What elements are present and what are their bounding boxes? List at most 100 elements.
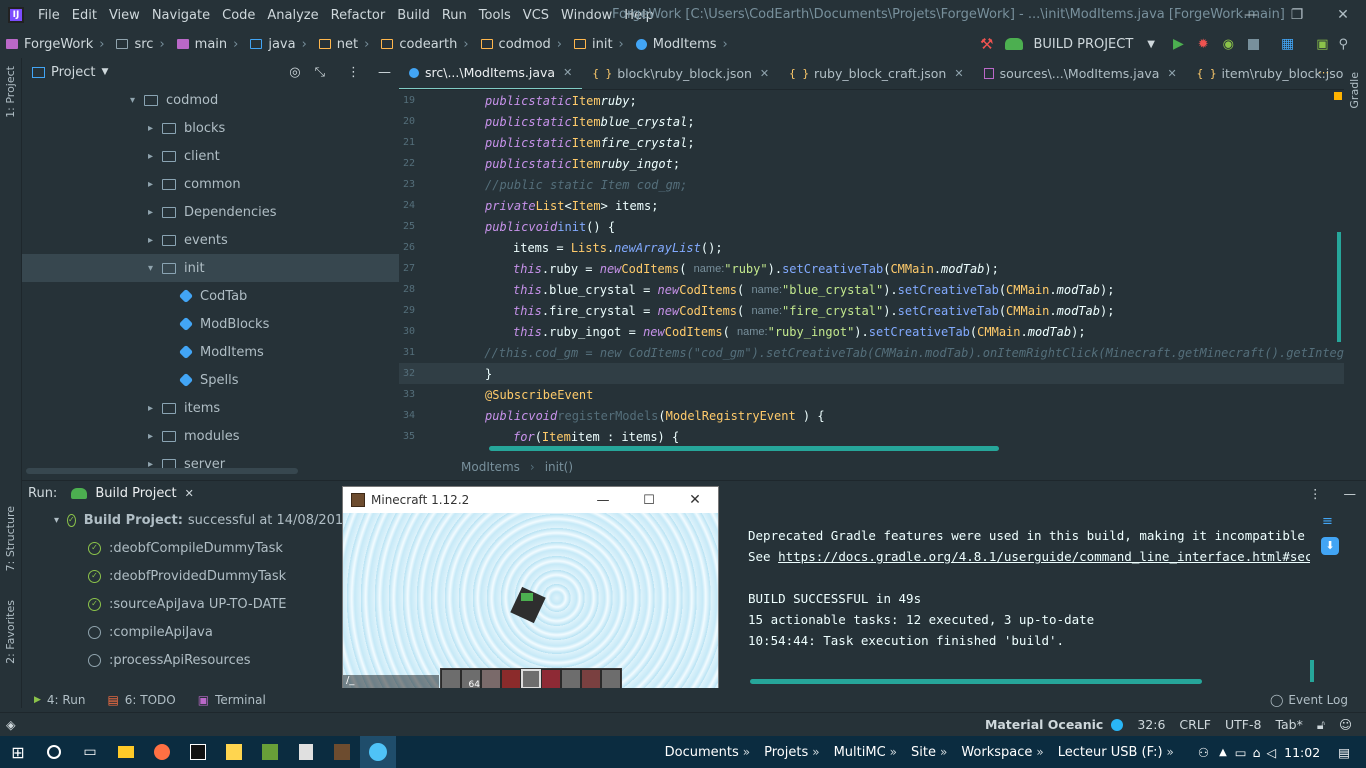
task-view-icon[interactable]: ▭ — [72, 736, 108, 768]
tree-item-codtab[interactable]: CodTab — [22, 282, 399, 310]
tree-item-modblocks[interactable]: ModBlocks — [22, 310, 399, 338]
chevron-down-icon[interactable]: ▼ — [1147, 39, 1155, 50]
crumb-moditems[interactable]: ModItems › — [635, 37, 736, 52]
tree-item-dependencies[interactable]: ▸ Dependencies — [22, 198, 399, 226]
menu-vcs[interactable]: VCS — [517, 8, 555, 23]
minimize-button[interactable]: — — [1228, 0, 1274, 30]
menu-refactor[interactable]: Refactor — [325, 8, 392, 23]
close-tab-icon[interactable]: ✕ — [185, 487, 194, 500]
favorites-tool-tab[interactable]: 2: Favorites — [4, 600, 17, 664]
close-tab-icon[interactable]: ✕ — [1167, 67, 1176, 80]
tab-sources-moditems-java[interactable]: sources\...\ModItems.java ✕ — [974, 58, 1187, 89]
close-tab-icon[interactable]: ✕ — [563, 66, 572, 79]
event-log-button[interactable]: ◯ Event Log — [1270, 693, 1348, 707]
structure-tool-tab[interactable]: 7: Structure — [4, 506, 17, 571]
more-tabs-icon[interactable]: ⋯ — [1318, 66, 1329, 79]
hotbar-slot[interactable] — [481, 669, 501, 689]
more-options-icon[interactable]: ⋮ — [347, 65, 360, 80]
minimize-button[interactable]: — — [580, 493, 626, 508]
scroll-from-source-icon[interactable]: ◎ — [289, 65, 300, 80]
caret-position[interactable]: 32:6 — [1137, 717, 1165, 732]
chat-input[interactable]: /_ — [343, 675, 439, 689]
crumb-net[interactable]: net › — [318, 37, 378, 52]
search-icon[interactable] — [36, 736, 72, 768]
coverage-icon[interactable]: ◉ — [1223, 37, 1234, 52]
menu-build[interactable]: Build — [391, 8, 436, 23]
breadcrumb-method[interactable]: init() — [545, 460, 573, 474]
gradle-docs-link[interactable]: https://docs.gradle.org/4.8.1/userguide/… — [778, 549, 1310, 564]
minecraft-game-view[interactable]: 64 /_ — [343, 513, 718, 690]
indent-setting[interactable]: Tab* — [1275, 717, 1302, 732]
tab-block-ruby-block-json[interactable]: { } block\ruby_block.json ✕ — [582, 58, 779, 89]
tab-ruby-block-craft-json[interactable]: { } ruby_block_craft.json ✕ — [779, 58, 973, 89]
run-config-select[interactable]: BUILD PROJECT — [1033, 37, 1133, 52]
chevron-up-icon[interactable]: ▲ — [1219, 747, 1227, 758]
editor-vertical-scrollbar[interactable] — [1337, 232, 1341, 342]
lock-icon[interactable]: 🔓︎ — [1317, 717, 1325, 733]
debug-icon[interactable]: ✹ — [1198, 37, 1209, 52]
tree-item-spells[interactable]: Spells — [22, 366, 399, 394]
hotbar-slot-selected[interactable] — [521, 669, 541, 689]
console-vertical-scrollbar[interactable] — [1310, 660, 1314, 682]
tab-moditems-java[interactable]: src\...\ModItems.java ✕ — [399, 58, 583, 89]
maximize-button[interactable]: ☐ — [626, 493, 672, 508]
layers-icon[interactable]: ◈ — [6, 717, 16, 732]
hide-panel-icon[interactable]: — — [1344, 486, 1357, 501]
app-icon[interactable] — [216, 736, 252, 768]
clock[interactable]: 11:02 — [1284, 745, 1320, 760]
crumb-codearth[interactable]: codearth › — [381, 37, 476, 52]
console-output[interactable]: Deprecated Gradle features were used in … — [735, 506, 1310, 686]
minecraft-taskbar-icon[interactable] — [324, 736, 360, 768]
breadcrumb-class[interactable]: ModItems — [461, 460, 520, 474]
taskbar-folder[interactable]: Lecteur USB (F:) — [1058, 745, 1163, 760]
file-encoding[interactable]: UTF-8 — [1225, 717, 1261, 732]
menu-file[interactable]: File — [32, 8, 66, 23]
build-tree-item[interactable]: ✓:deobfProvidedDummyTask — [54, 562, 342, 590]
horizontal-scrollbar[interactable] — [26, 468, 298, 474]
line-separator[interactable]: CRLF — [1179, 717, 1211, 732]
taskbar-folder[interactable]: Workspace — [961, 745, 1032, 760]
tree-item-init[interactable]: ▾ init — [22, 254, 399, 282]
maximize-button[interactable]: ❐ — [1274, 0, 1320, 30]
editor-horizontal-scrollbar[interactable] — [489, 446, 999, 451]
run-icon[interactable]: ▶ — [1173, 36, 1184, 52]
close-button[interactable]: ✕ — [1320, 0, 1366, 30]
network-icon[interactable]: ⌂ — [1253, 745, 1261, 760]
hotbar-slot[interactable] — [581, 669, 601, 689]
stop-icon[interactable] — [1248, 38, 1260, 50]
scroll-to-end-icon[interactable]: ⬇ — [1321, 537, 1339, 555]
hotbar-slot[interactable] — [541, 669, 561, 689]
gradle-tool-tab[interactable]: Gradle — [1348, 72, 1361, 109]
crumb-codmod[interactable]: codmod › — [480, 37, 570, 52]
tree-item-items[interactable]: ▸ items — [22, 394, 399, 422]
terminal-icon[interactable]: ▣ — [1316, 37, 1328, 52]
close-tab-icon[interactable]: ✕ — [954, 67, 963, 80]
tree-item-codmod[interactable]: ▾ codmod — [22, 86, 399, 114]
menu-analyze[interactable]: Analyze — [261, 8, 324, 23]
hector-icon[interactable]: ☺ — [1339, 717, 1352, 732]
close-button[interactable]: ✕ — [672, 492, 718, 508]
more-options-icon[interactable]: ⋮ — [1309, 486, 1322, 501]
minecraft-window[interactable]: Minecraft 1.12.2 — ☐ ✕ 64 /_ — [342, 486, 719, 691]
tree-item-blocks[interactable]: ▸ blocks — [22, 114, 399, 142]
build-tree-item[interactable]: :processApiResources — [54, 646, 342, 674]
taskbar-folder[interactable]: Projets — [764, 745, 808, 760]
crumb-src[interactable]: src › — [116, 37, 172, 52]
project-view-select[interactable]: Project — [51, 65, 95, 80]
notifications-icon[interactable]: ▤ — [1338, 745, 1350, 760]
menu-window[interactable]: Window — [555, 8, 618, 23]
people-icon[interactable]: ⚇ — [1198, 745, 1209, 760]
console-horizontal-scrollbar[interactable] — [750, 679, 1202, 684]
menu-edit[interactable]: Edit — [66, 8, 103, 23]
hide-panel-icon[interactable]: — — [378, 65, 391, 80]
menu-code[interactable]: Code — [216, 8, 261, 23]
hotbar-slot[interactable] — [441, 669, 461, 689]
editor-app-icon[interactable] — [288, 736, 324, 768]
code-editor[interactable]: 19 public static Item ruby; 20 public stat… — [399, 90, 1344, 455]
volume-icon[interactable]: ◁ — [1267, 745, 1277, 760]
firefox-icon[interactable] — [144, 736, 180, 768]
menu-view[interactable]: View — [103, 8, 146, 23]
build-tree-root[interactable]: ▾✓Build Project:successful at 14/08/2019… — [54, 506, 342, 534]
soft-wrap-icon[interactable]: ≡ — [1322, 514, 1333, 529]
menu-tools[interactable]: Tools — [473, 8, 517, 23]
